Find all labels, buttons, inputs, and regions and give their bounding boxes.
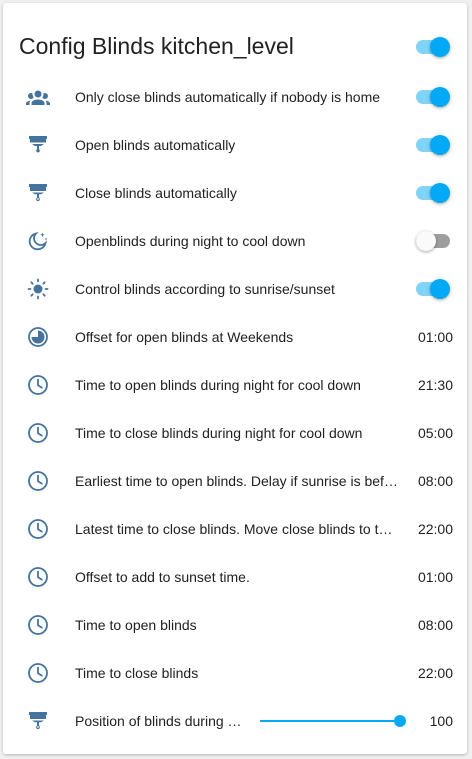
config-blinds-card: Config Blinds kitchen_level Only close b… [3, 3, 467, 754]
row-close-blinds-automatically[interactable]: Close blinds automatically [3, 169, 467, 217]
clock-icon [25, 373, 51, 397]
row-label: Openblinds during night to cool down [75, 233, 306, 249]
weather-night-icon [25, 229, 51, 253]
row-offset-open-weekends[interactable]: Offset for open blinds at Weekends 01:00 [3, 313, 467, 361]
row-label: Control blinds according to sunrise/suns… [75, 281, 335, 297]
clock-icon [25, 469, 51, 493]
row-open-blinds-night-cool-down[interactable]: Openblinds during night to cool down [3, 217, 467, 265]
row-time-open-blinds[interactable]: Time to open blinds 08:00 [3, 601, 467, 649]
row-label: Latest time to close blinds. Move close … [75, 521, 400, 537]
row-only-close-if-nobody-home[interactable]: Only close blinds automatically if nobod… [3, 73, 467, 121]
clock-icon [25, 661, 51, 685]
row-open-blinds-automatically[interactable]: Open blinds automatically [3, 121, 467, 169]
clock-circle-icon [25, 325, 51, 349]
card-title: Config Blinds kitchen_level [19, 33, 294, 59]
time-value[interactable]: 21:30 [418, 376, 453, 394]
row-label: Offset to add to sunset time. [75, 569, 250, 585]
account-group-icon [25, 85, 51, 109]
slider-knob[interactable] [394, 715, 406, 727]
time-value[interactable]: 08:00 [418, 616, 453, 634]
blinds-open-icon [25, 133, 51, 157]
toggle-only-close-if-nobody-home[interactable] [416, 87, 450, 107]
row-latest-time-close[interactable]: Latest time to close blinds. Move close … [3, 505, 467, 553]
master-toggle[interactable] [416, 37, 450, 57]
clock-icon [25, 421, 51, 445]
entity-rows: Only close blinds automatically if nobod… [3, 73, 467, 745]
slider-fill [260, 720, 400, 722]
row-label: Time to close blinds during night for co… [75, 425, 363, 441]
time-value[interactable]: 01:00 [418, 568, 453, 586]
time-value[interactable]: 01:00 [418, 328, 453, 346]
row-label: Time to close blinds [75, 665, 199, 681]
row-position-blinds-night[interactable]: Position of blinds during night 100 [3, 697, 467, 745]
row-label: Offset for open blinds at Weekends [75, 329, 294, 345]
toggle-open-blinds-night-cool-down[interactable] [416, 231, 450, 251]
row-time-open-night-cool-down[interactable]: Time to open blinds during night for coo… [3, 361, 467, 409]
toggle-thumb[interactable] [430, 183, 450, 203]
row-label: Open blinds automatically [75, 137, 236, 153]
row-label: Close blinds automatically [75, 185, 237, 201]
row-label: Time to open blinds during night for coo… [75, 377, 361, 393]
row-earliest-time-open[interactable]: Earliest time to open blinds. Delay if s… [3, 457, 467, 505]
toggle-thumb[interactable] [416, 231, 436, 251]
toggle-open-blinds-automatically[interactable] [416, 135, 450, 155]
row-label: Earliest time to open blinds. Delay if s… [75, 473, 400, 489]
master-toggle-thumb[interactable] [430, 37, 450, 57]
row-label: Position of blinds during night [75, 713, 245, 729]
time-value[interactable]: 22:00 [418, 520, 453, 538]
sun-icon [25, 277, 51, 301]
toggle-thumb[interactable] [430, 87, 450, 107]
row-label: Only close blinds automatically if nobod… [75, 89, 381, 105]
toggle-close-blinds-automatically[interactable] [416, 183, 450, 203]
clock-icon [25, 613, 51, 637]
time-value[interactable]: 05:00 [418, 424, 453, 442]
blinds-icon [25, 709, 51, 733]
slider-value: 100 [429, 713, 453, 729]
toggle-thumb[interactable] [430, 135, 450, 155]
time-value[interactable]: 08:00 [418, 472, 453, 490]
row-control-sunrise-sunset[interactable]: Control blinds according to sunrise/suns… [3, 265, 467, 313]
time-value[interactable]: 22:00 [418, 664, 453, 682]
row-label: Time to open blinds [75, 617, 197, 633]
row-time-close-blinds[interactable]: Time to close blinds 22:00 [3, 649, 467, 697]
toggle-control-sunrise-sunset[interactable] [416, 279, 450, 299]
row-time-close-night-cool-down[interactable]: Time to close blinds during night for co… [3, 409, 467, 457]
row-offset-sunset[interactable]: Offset to add to sunset time. 01:00 [3, 553, 467, 601]
clock-icon [25, 517, 51, 541]
clock-icon [25, 565, 51, 589]
position-slider[interactable] [260, 711, 406, 731]
toggle-thumb[interactable] [430, 279, 450, 299]
blinds-close-icon [25, 181, 51, 205]
